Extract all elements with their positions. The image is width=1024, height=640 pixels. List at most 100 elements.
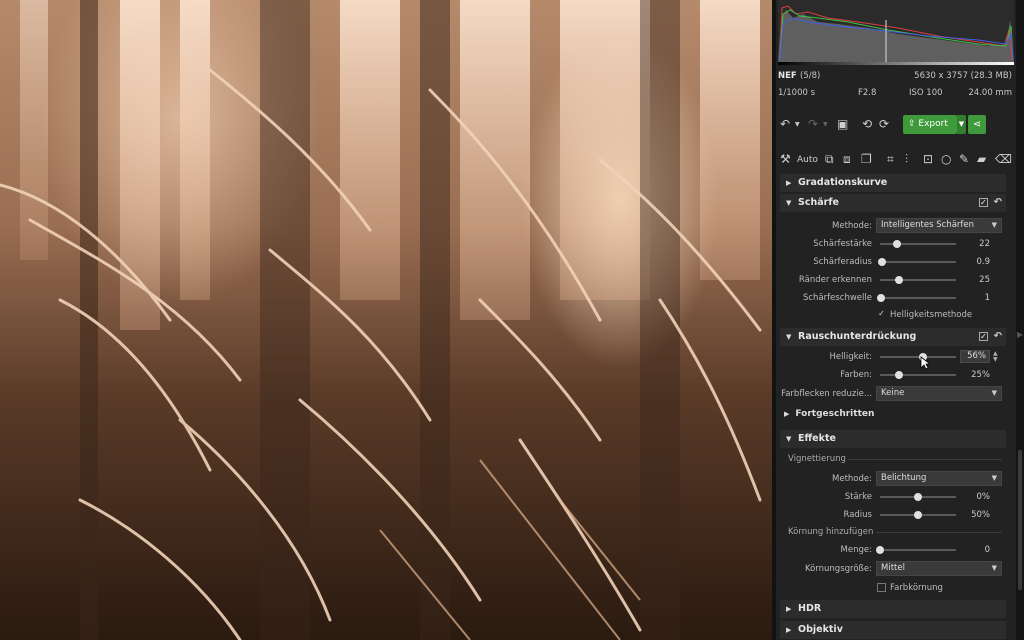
vignette-strength-label: Stärke — [844, 492, 872, 502]
rotate-right-icon[interactable]: ⟳ — [879, 117, 889, 131]
sharpen-threshold-slider[interactable] — [876, 294, 956, 302]
slider-knob[interactable] — [876, 294, 885, 302]
vignette-method-select[interactable]: Belichtung ▼ — [876, 471, 1002, 486]
color-noise-slider[interactable] — [880, 371, 956, 379]
histogram — [778, 0, 1014, 62]
export-button[interactable]: ⇪ Export — [903, 115, 957, 134]
color-spots-label: Farbflecken reduzie... — [781, 389, 872, 399]
vignette-method-value: Belichtung — [881, 473, 927, 483]
slider-knob[interactable] — [914, 493, 922, 501]
section-effects[interactable]: ▼ Effekte — [780, 430, 1006, 448]
gradient-icon[interactable]: ▰ — [977, 152, 986, 166]
section-noise-reduction[interactable]: ▼ Rauschunterdrückung ✓ ↶ — [780, 328, 1006, 346]
sharpen-radius-label: Schärferadius — [813, 257, 872, 267]
circle-icon[interactable]: ○ — [941, 152, 951, 166]
section-hdr[interactable]: ▶ HDR — [780, 600, 1006, 618]
section-lens[interactable]: ▶ Objektiv — [780, 621, 1006, 639]
edge-detect-value[interactable]: 25 — [954, 275, 990, 285]
scrollbar-thumb[interactable] — [1018, 450, 1022, 590]
text-icon[interactable]: ⊡ — [923, 152, 933, 166]
enable-checkbox[interactable]: ✓ — [979, 332, 988, 341]
expand-icon: ▶ — [786, 626, 792, 634]
adjustments-panel: NEF (5/8) 5630 x 3757 (28.3 MB) 1/1000 s… — [776, 0, 1016, 640]
sharpen-threshold-label: Schärfeschwelle — [802, 293, 872, 303]
image-view-icon[interactable]: ▣ — [837, 117, 848, 131]
vignette-radius-value[interactable]: 50% — [954, 510, 990, 520]
brightness-method-checkbox[interactable]: ✓ — [877, 310, 886, 319]
collapse-panel-icon[interactable]: ▶ — [1017, 330, 1023, 339]
vignette-radius-slider[interactable] — [880, 511, 956, 519]
duplicate-icon[interactable]: ❐ — [861, 152, 872, 166]
vignette-method-label: Methode: — [832, 474, 872, 484]
slider-knob[interactable] — [877, 258, 886, 266]
reset-icon[interactable]: ↶ — [994, 328, 1002, 346]
slider-knob[interactable] — [914, 511, 922, 519]
color-grain-checkbox[interactable] — [877, 583, 886, 592]
iso: ISO 100 — [909, 88, 943, 98]
collapse-icon: ▼ — [786, 435, 792, 443]
divider — [848, 459, 1002, 460]
vignette-radius-label: Radius — [843, 510, 872, 520]
file-index: (5/8) — [800, 71, 821, 81]
slider-knob[interactable] — [895, 371, 903, 379]
grain-size-select[interactable]: Mittel ▼ — [876, 561, 1002, 576]
redo-icon[interactable]: ↷ — [808, 117, 818, 131]
brush-icon[interactable]: ✎ — [959, 152, 969, 166]
grain-amount-value[interactable]: 0 — [954, 545, 990, 555]
photo-canvas[interactable] — [0, 0, 772, 640]
divider — [876, 532, 1002, 533]
vignette-strength-value[interactable]: 0% — [954, 492, 991, 502]
sharpen-radius-value[interactable]: 0.9 — [954, 257, 990, 267]
spin-arrows-icon[interactable]: ▲ ▼ — [993, 351, 998, 363]
sharpen-threshold-value[interactable]: 1 — [954, 293, 990, 303]
advanced-toggle[interactable]: ▶ Fortgeschritten — [784, 409, 874, 419]
auto-button[interactable]: Auto — [797, 153, 818, 167]
edge-detect-slider[interactable] — [880, 276, 956, 284]
slider-knob[interactable] — [876, 546, 884, 554]
color-spots-select[interactable]: Keine ▼ — [876, 386, 1002, 401]
share-button[interactable]: ⋖ — [968, 115, 986, 134]
section-sharpening[interactable]: ▼ Schärfe ✓ ↶ — [780, 194, 1006, 212]
collapse-icon: ▼ — [786, 333, 792, 341]
sharpen-radius-slider[interactable] — [877, 258, 956, 266]
sharpen-method-select[interactable]: Intelligentes Schärfen ▼ — [876, 218, 1002, 233]
dropdown-arrow-icon: ▼ — [991, 221, 997, 229]
slider-knob[interactable] — [895, 276, 903, 284]
grain-size-label: Körnungsgröße: — [804, 564, 872, 574]
eraser-icon[interactable]: ⌫ — [995, 152, 1012, 166]
paste-icon[interactable]: ⧈ — [843, 152, 851, 166]
auto-wand-icon[interactable]: ⚒ — [780, 152, 791, 166]
undo-icon[interactable]: ↶ — [780, 117, 790, 131]
section-title: Schärfe — [798, 197, 839, 208]
perspective-icon[interactable]: ⫶ — [905, 152, 908, 166]
dropdown-arrow-icon: ▼ — [991, 389, 997, 397]
section-title: Objektiv — [798, 624, 843, 635]
luminance-noise-value[interactable]: 56% — [960, 350, 990, 363]
slider-knob[interactable] — [892, 240, 901, 248]
crop-icon[interactable]: ⌗ — [887, 152, 894, 166]
vignette-strength-slider[interactable] — [880, 493, 956, 501]
enable-checkbox[interactable]: ✓ — [979, 198, 988, 207]
redo-menu-icon[interactable]: ▼ — [823, 118, 828, 132]
export-menu-button[interactable]: ▼ — [957, 115, 966, 134]
panel-scrollbar[interactable]: ▶ — [1016, 0, 1024, 640]
copy-icon[interactable]: ⧉ — [825, 152, 834, 166]
sharpen-strength-value[interactable]: 22 — [954, 239, 990, 249]
color-grain-label: Farbkörnung — [890, 583, 943, 593]
brightness-method-label: Helligkeitsmethode — [890, 310, 973, 320]
sharpen-strength-slider[interactable] — [880, 240, 956, 248]
luminance-noise-label: Helligkeit: — [829, 352, 872, 362]
share-icon: ⋖ — [972, 119, 982, 130]
focal-length: 24.00 mm — [968, 88, 1012, 98]
expand-icon: ▶ — [786, 179, 792, 187]
sharpen-strength-label: Schärfestärke — [813, 239, 872, 249]
color-noise-value[interactable]: 25% — [954, 370, 990, 380]
reset-icon[interactable]: ↶ — [994, 194, 1002, 212]
rotate-left-icon[interactable]: ⟲ — [862, 117, 872, 131]
luminance-noise-slider[interactable] — [880, 353, 956, 361]
grain-amount-slider[interactable] — [876, 546, 956, 554]
section-gradation-curve[interactable]: ▶ Gradationskurve — [780, 174, 1006, 192]
undo-menu-icon[interactable]: ▼ — [795, 118, 800, 132]
grass-photo — [0, 0, 762, 640]
dropdown-arrow-icon: ▼ — [991, 474, 997, 482]
